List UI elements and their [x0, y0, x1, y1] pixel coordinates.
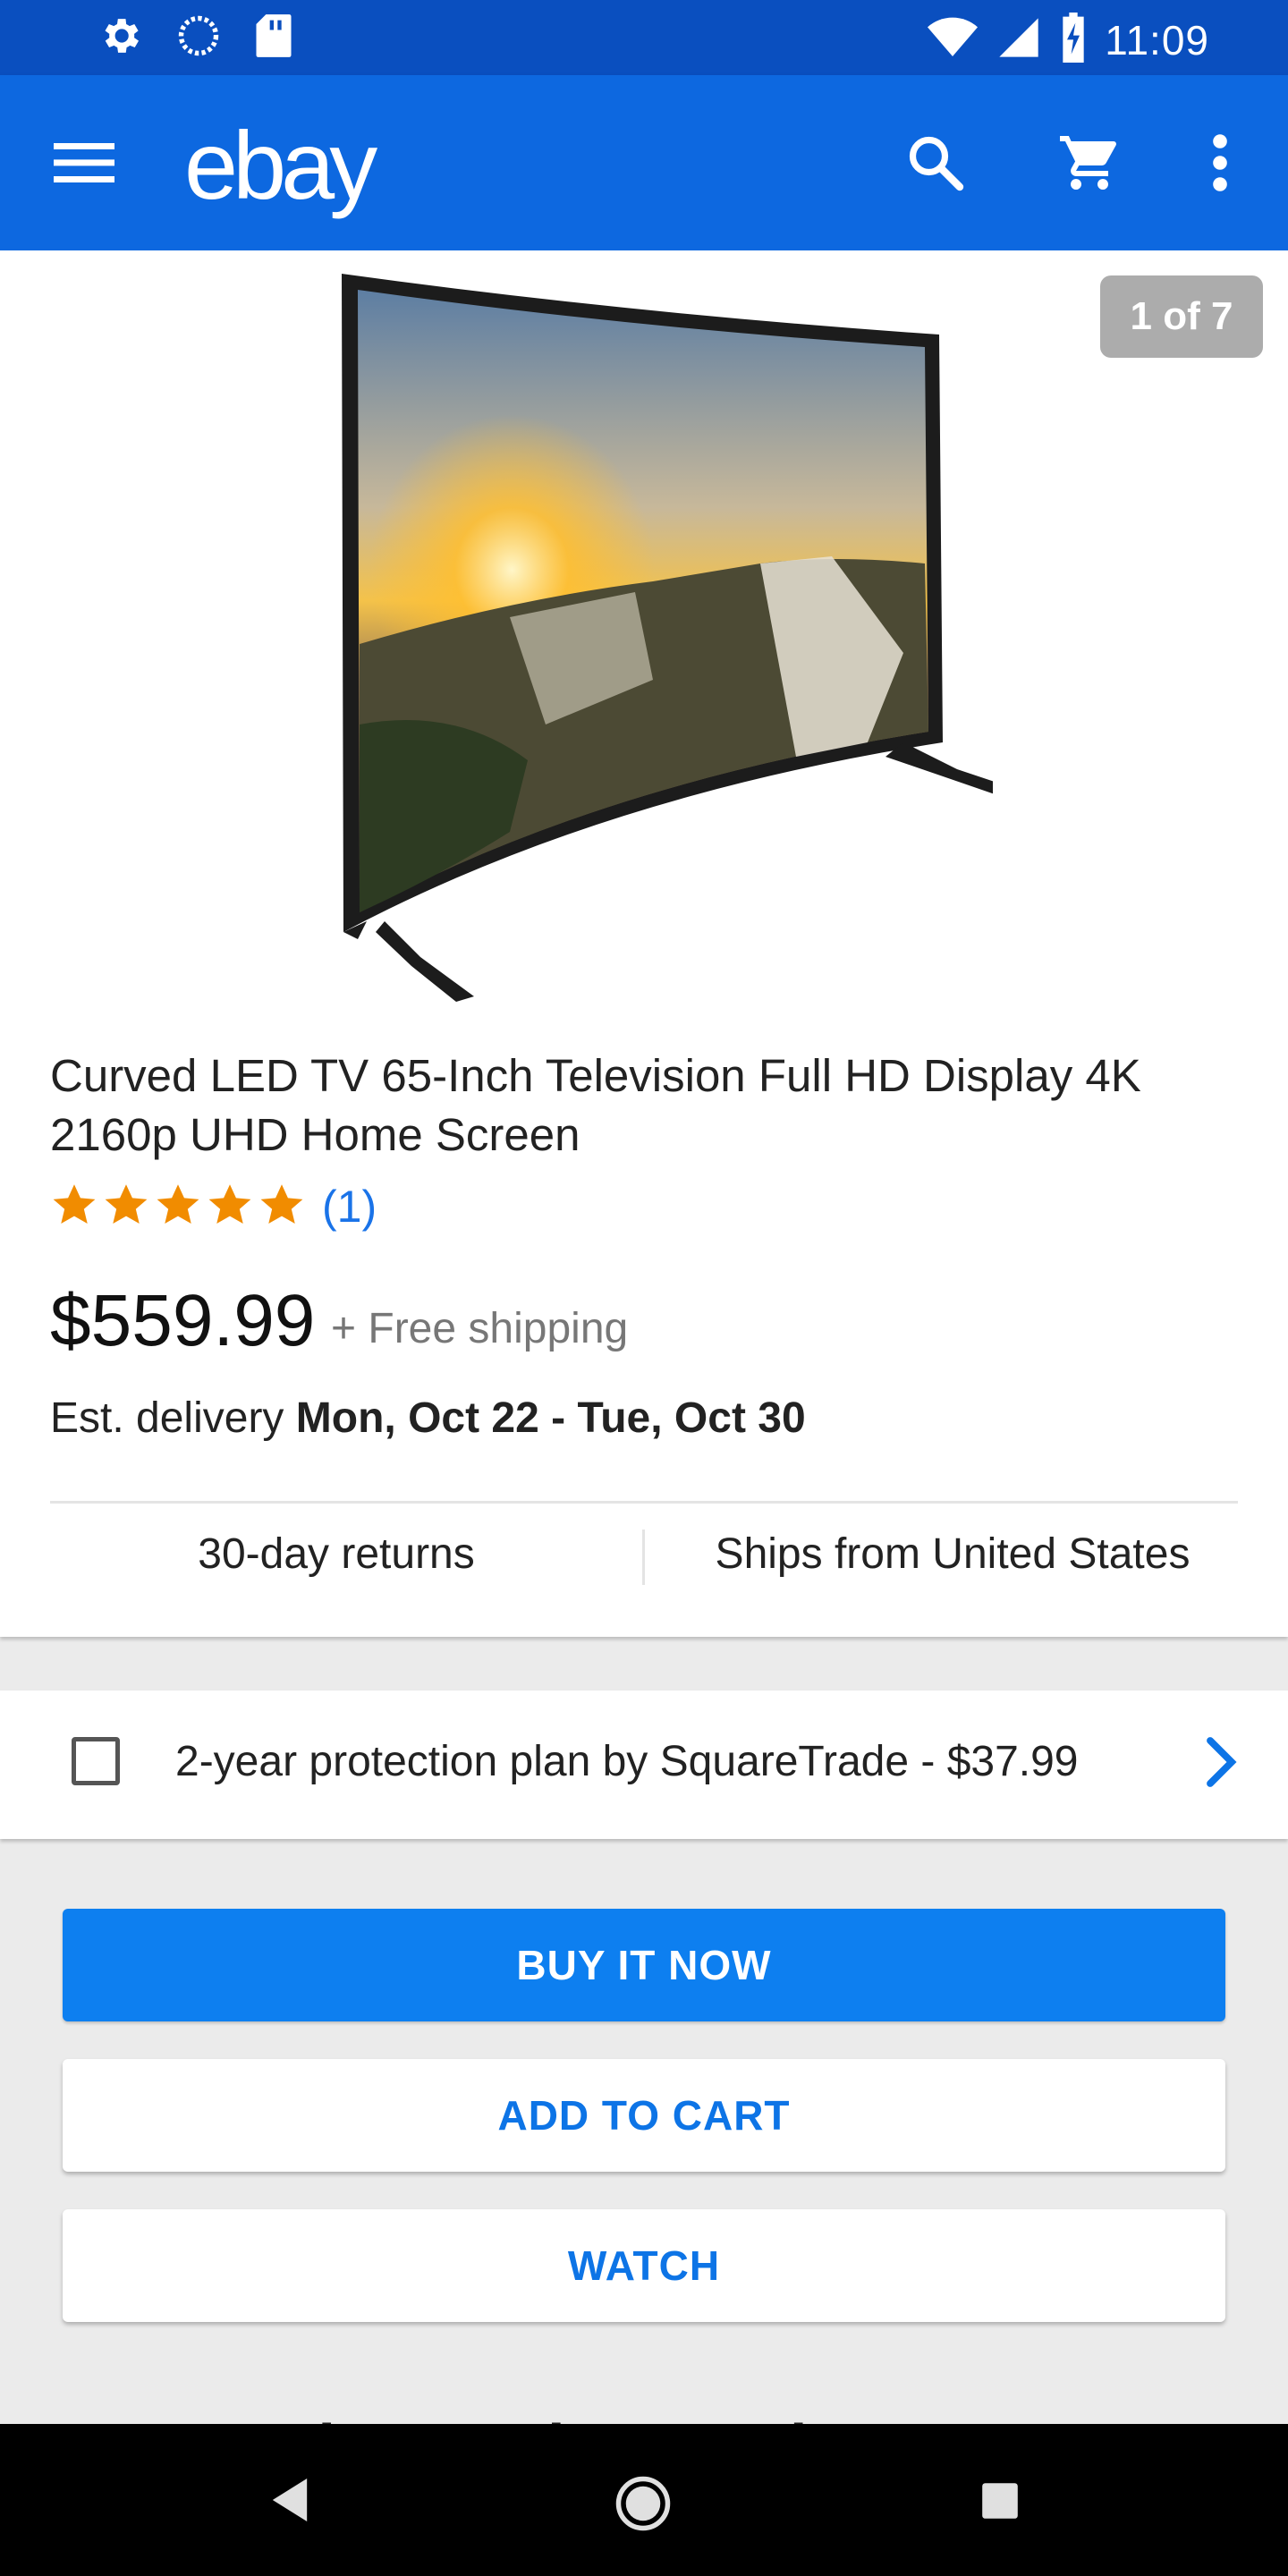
buy-it-now-button[interactable]: BUY IT NOW — [63, 1909, 1225, 2021]
cart-icon[interactable] — [1057, 131, 1122, 199]
ebay-logo[interactable]: ebay — [184, 109, 377, 221]
shipping-info: + Free shipping — [331, 1305, 629, 1352]
home-icon[interactable] — [614, 2474, 673, 2538]
status-left-icons — [97, 13, 293, 64]
more-vert-icon[interactable] — [1209, 131, 1231, 199]
star-icon — [154, 1182, 202, 1233]
wifi-icon — [928, 14, 979, 65]
protection-plan-checkbox[interactable] — [72, 1737, 120, 1785]
status-time: 11:09 — [1105, 16, 1209, 64]
returns-info[interactable]: 30-day returns — [50, 1530, 623, 1579]
vertical-divider — [642, 1530, 645, 1585]
sync-icon — [175, 13, 222, 64]
gear-icon — [97, 13, 143, 64]
watch-button[interactable]: WATCH — [63, 2209, 1225, 2322]
delivery-dates: Mon, Oct 22 - Tue, Oct 30 — [295, 1394, 806, 1442]
recent-apps-icon[interactable] — [980, 2481, 1020, 2525]
back-icon[interactable] — [268, 2476, 311, 2529]
divider — [50, 1501, 1238, 1504]
delivery-prefix: Est. delivery — [50, 1394, 296, 1442]
product-card: 1 of 7 Curved LED TV 65-Inch Television … — [0, 250, 1288, 1637]
system-nav-bar — [0, 2424, 1288, 2576]
ships-from-info: Ships from United States — [715, 1530, 1191, 1578]
app-bar: ebay — [0, 75, 1288, 250]
status-right-icons: 11:09 — [928, 13, 1209, 67]
estimated-delivery: Est. delivery Mon, Oct 22 - Tue, Oct 30 — [50, 1394, 806, 1443]
next-section-title: Frequently Bought Together — [50, 2406, 887, 2424]
star-icon — [206, 1182, 254, 1233]
chevron-right-icon[interactable] — [1204, 1735, 1238, 1793]
battery-charging-icon — [1060, 13, 1087, 67]
star-icon — [50, 1182, 98, 1233]
protection-plan-label[interactable]: 2-year protection plan by SquareTrade - … — [175, 1737, 1079, 1786]
status-bar: 11:09 — [0, 0, 1288, 75]
product-image[interactable] — [331, 259, 1011, 1006]
add-to-cart-button[interactable]: ADD TO CART — [63, 2059, 1225, 2172]
product-title: Curved LED TV 65-Inch Television Full HD… — [50, 1050, 1141, 1160]
signal-icon — [996, 14, 1042, 65]
sd-card-icon — [254, 13, 293, 64]
product-price: $559.99 — [50, 1280, 316, 1361]
star-icon — [258, 1182, 306, 1233]
menu-icon[interactable] — [54, 141, 114, 189]
image-counter: 1 of 7 — [1100, 275, 1263, 358]
protection-plan-row[interactable]: 2-year protection plan by SquareTrade - … — [0, 1690, 1288, 1839]
star-rating[interactable]: (1) — [50, 1181, 377, 1233]
rating-count[interactable]: (1) — [322, 1181, 377, 1233]
search-icon[interactable] — [903, 131, 968, 199]
star-icon — [102, 1182, 150, 1233]
